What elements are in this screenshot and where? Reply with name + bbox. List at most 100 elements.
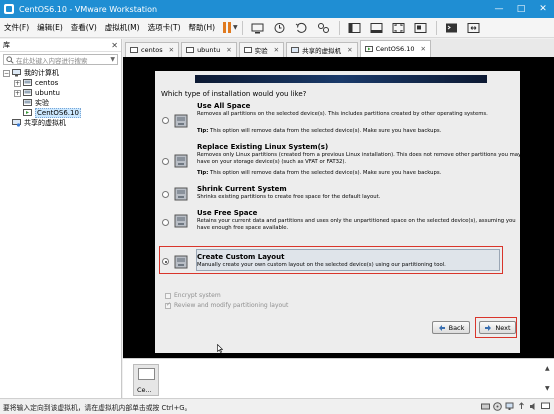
thumbnail-bar: Ce... ▲ ▼ — [123, 358, 554, 398]
sound-icon[interactable] — [529, 402, 538, 411]
revert-snapshot-button[interactable] — [294, 21, 310, 35]
tab-label: 实验 — [254, 47, 268, 55]
close-icon[interactable]: ✕ — [169, 46, 174, 54]
tab-label: 共享的虚拟机 — [302, 47, 342, 55]
radio-use-free-space[interactable] — [162, 219, 169, 226]
expand-icon[interactable]: + — [14, 89, 21, 97]
review-layout-checkbox[interactable]: Review and modify partitioning layout — [165, 301, 288, 309]
pause-icon — [223, 22, 232, 33]
radio-shrink-current[interactable] — [162, 191, 169, 198]
tab-experiment[interactable]: 实验 ✕ — [238, 42, 285, 57]
send-ctrl-alt-del-button[interactable] — [250, 21, 266, 35]
menu-view[interactable]: 查看(V) — [67, 22, 101, 33]
unity-button[interactable] — [413, 21, 429, 35]
vm-icon — [23, 89, 32, 96]
network-icon[interactable] — [505, 402, 514, 411]
library-search-input[interactable]: 在此处键入内容进行搜索 ▼ — [3, 54, 118, 65]
close-icon[interactable]: ✕ — [226, 46, 231, 54]
snapshot-manager-button[interactable] — [316, 21, 332, 35]
send-keys-icon — [251, 23, 264, 33]
checkbox[interactable] — [165, 301, 171, 309]
checkbox-label: Encrypt system — [174, 292, 221, 299]
chevron-down-icon[interactable]: ▼ — [110, 56, 115, 63]
library-toggle-button[interactable] — [347, 21, 363, 35]
tree-label: 实验 — [35, 99, 49, 107]
expand-icon[interactable]: + — [14, 79, 21, 87]
option-description: Shrinks existing partitions to create fr… — [197, 194, 381, 200]
tab-centos[interactable]: centos ✕ — [125, 42, 180, 57]
vm-icon — [186, 46, 195, 53]
disk-icon — [174, 154, 188, 168]
vm-icon — [23, 99, 32, 106]
disk-icon — [174, 214, 188, 228]
menu-vm[interactable]: 虚拟机(M) — [101, 22, 144, 33]
menu-file[interactable]: 文件(F) — [0, 22, 33, 33]
chevron-down-icon: ▼ — [233, 24, 238, 31]
search-icon — [6, 55, 14, 64]
display-icon[interactable] — [541, 402, 550, 411]
checkbox[interactable] — [165, 292, 171, 299]
back-button[interactable]: Back — [432, 321, 470, 334]
close-icon[interactable]: ✕ — [421, 45, 426, 53]
tab-bar: centos ✕ ubuntu ✕ 实验 ✕ 共享的虚拟机 ✕ CentOS6.… — [123, 39, 554, 57]
close-icon[interactable]: ✕ — [347, 46, 352, 54]
status-bar: 要将输入定向到该虚拟机，请在虚拟机内部单击或按 Ctrl+G。 — [0, 398, 554, 414]
close-icon[interactable]: ✕ — [532, 0, 554, 18]
collapse-icon[interactable]: − — [3, 69, 10, 77]
radio-use-all-space[interactable] — [162, 117, 169, 124]
vm-running-icon — [364, 45, 373, 52]
menu-help[interactable]: 帮助(H) — [185, 22, 220, 33]
tree-label: centos — [35, 79, 59, 87]
scroll-down-icon[interactable]: ▼ — [545, 385, 551, 392]
menu-tabs[interactable]: 选项卡(T) — [144, 22, 185, 33]
library-title: 库 — [3, 41, 10, 49]
stretch-icon — [467, 22, 480, 33]
minimize-icon[interactable]: — — [488, 0, 510, 18]
hard-disk-icon[interactable] — [481, 402, 490, 411]
tree-label: 我的计算机 — [24, 69, 59, 77]
full-screen-button[interactable] — [391, 21, 407, 35]
pause-button[interactable]: ▼ — [223, 22, 238, 33]
tab-centos6-10[interactable]: CentOS6.10 ✕ — [359, 40, 431, 57]
encrypt-system-checkbox[interactable]: Encrypt system — [165, 292, 221, 299]
option-tip: Tip: This option will remove data from t… — [197, 170, 442, 176]
tree-label: CentOS6.10 — [35, 108, 81, 118]
console-icon — [446, 23, 458, 32]
revert-icon — [295, 22, 307, 33]
vm-icon — [23, 79, 32, 86]
toolbar-divider — [338, 20, 340, 35]
cd-rom-icon[interactable] — [493, 402, 502, 411]
tab-label: CentOS6.10 — [375, 45, 415, 53]
vm-console[interactable]: Which type of installation would you lik… — [123, 57, 554, 358]
vm-tree: − 我的计算机 + centos + ubuntu 实验 CentOS6.10 — [0, 68, 121, 128]
close-icon[interactable]: ✕ — [274, 46, 279, 54]
vm-icon — [243, 46, 252, 53]
tree-item-ubuntu[interactable]: + ubuntu — [0, 88, 121, 98]
search-placeholder: 在此处键入内容进行搜索 — [16, 56, 88, 65]
scroll-up-icon[interactable]: ▲ — [545, 365, 551, 372]
back-label: Back — [448, 323, 465, 332]
console-view-button[interactable] — [444, 21, 460, 35]
vmware-logo-icon — [4, 4, 14, 14]
tab-shared-vms[interactable]: 共享的虚拟机 ✕ — [286, 42, 358, 57]
usb-icon[interactable] — [517, 402, 526, 411]
installer-question: Which type of installation would you lik… — [161, 90, 307, 98]
tree-item-experiment[interactable]: 实验 — [0, 98, 121, 108]
thumbnail-bar-button[interactable] — [369, 21, 385, 35]
tree-item-shared-vms[interactable]: 共享的虚拟机 — [0, 118, 121, 128]
tree-item-centos[interactable]: + centos — [0, 78, 121, 88]
tree-item-centos6-10[interactable]: CentOS6.10 — [0, 108, 121, 118]
close-icon[interactable]: ✕ — [111, 41, 118, 50]
maximize-icon[interactable]: □ — [510, 0, 532, 18]
snapshot-button[interactable] — [272, 21, 288, 35]
vm-thumbnail[interactable]: Ce... — [133, 364, 159, 396]
radio-replace-linux[interactable] — [162, 158, 169, 165]
full-screen-icon — [392, 22, 405, 33]
tree-item-my-computer[interactable]: − 我的计算机 — [0, 68, 121, 78]
tab-ubuntu[interactable]: ubuntu ✕ — [181, 42, 237, 57]
stretch-guest-button[interactable] — [466, 21, 482, 35]
thumbnail-label: Ce... — [137, 386, 152, 394]
toolbar-divider — [435, 20, 437, 35]
disk-icon — [174, 114, 188, 128]
menu-edit[interactable]: 编辑(E) — [33, 22, 67, 33]
